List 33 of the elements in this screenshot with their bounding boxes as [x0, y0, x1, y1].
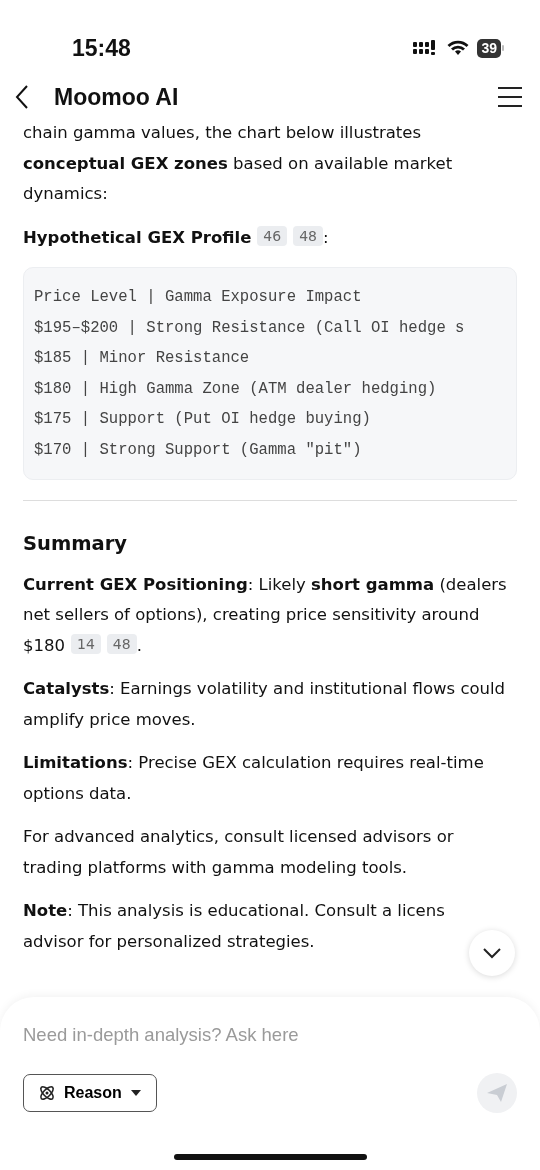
page-title: Moomoo AI [54, 82, 179, 112]
scroll-down-button[interactable] [469, 930, 515, 976]
citation-tag[interactable]: 46 [257, 225, 288, 246]
wifi-icon [447, 40, 470, 56]
battery-icon: 39 [477, 38, 504, 58]
code-line: $175 | Support (Put OI hedge buying) [34, 409, 372, 430]
punctuation: . [136, 635, 142, 655]
citation-tag[interactable]: 48 [293, 225, 323, 246]
status-time: 15:48 [72, 33, 131, 63]
paragraph-text: For advanced analytics, consult licensed advisors or trading platforms with gamma modeling tools. [23, 826, 455, 879]
code-line: $185 | Minor Resistance [34, 348, 251, 369]
section-subheading: Hypothetical GEX Profile [23, 227, 252, 247]
paragraph-text: $180 [23, 635, 65, 655]
paragraph-text: Catalysts: Earnings volatility and institutional flows could amplify price moves. [23, 678, 507, 731]
chevron-down-icon [482, 947, 502, 959]
code-line: Price Level | Gamma Exposure Impact [34, 287, 363, 308]
section-heading: Summary [23, 531, 129, 557]
menu-icon[interactable] [498, 87, 522, 107]
paragraph-text: chain gamma values, the chart below illustrates conceptual GEX zones based on available market dynamics: [23, 122, 454, 205]
citation-tag[interactable]: 48 [106, 633, 137, 654]
punctuation: : [323, 227, 329, 247]
code-line: $180 | High Gamma Zone (ATM dealer hedging) [34, 378, 438, 400]
citation-tag[interactable]: 14 [71, 633, 101, 654]
reason-button[interactable]: Reason [23, 1073, 157, 1112]
send-icon [487, 1083, 507, 1102]
caret-icon [129, 1088, 142, 1097]
code-line: $170 | Strong Support (Gamma "pit") [34, 439, 363, 461]
atom-icon [38, 1083, 56, 1102]
paragraph-text: Note: This analysis is educational. Consult a licens advisor for personalized strategies. [23, 900, 445, 953]
code-line: $195–$200 | Strong Resistance (Call OI hedge s [34, 317, 466, 339]
paragraph-text: Current GEX Positioning: Likely short gamma (dealers net sellers of options), creating price sensitivity around [23, 573, 508, 626]
back-icon[interactable] [14, 84, 30, 110]
paragraph-text: Limitations: Precise GEX calculation requires real-time options data. [23, 752, 485, 805]
